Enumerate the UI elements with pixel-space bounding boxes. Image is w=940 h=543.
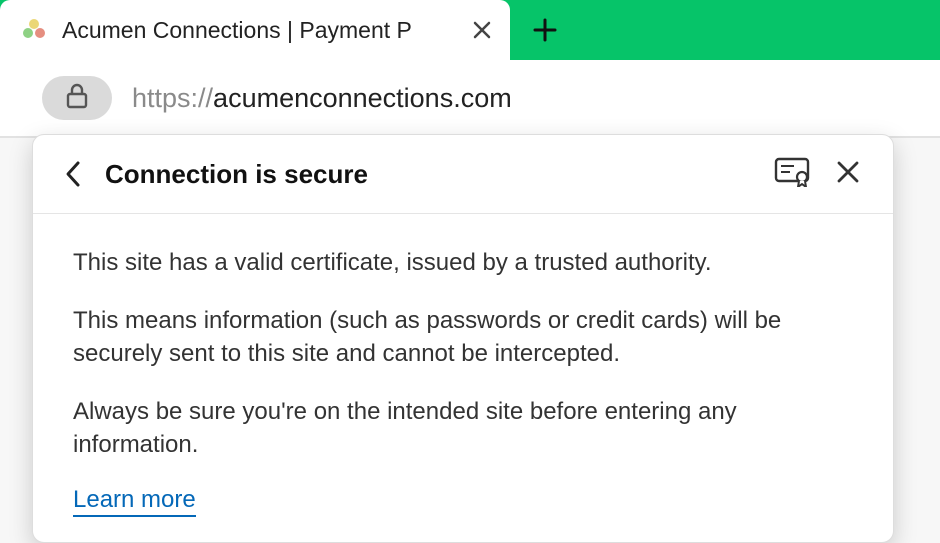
connection-popover: Connection is secure This site has a val — [32, 134, 894, 543]
certificate-button[interactable] — [773, 155, 811, 193]
back-button[interactable] — [59, 160, 87, 188]
certificate-icon — [774, 157, 810, 192]
new-tab-button[interactable] — [510, 0, 580, 60]
tab-close-button[interactable] — [470, 18, 494, 42]
url-host: acumenconnections.com — [213, 83, 512, 113]
site-info-button[interactable] — [42, 76, 112, 120]
learn-more-link[interactable]: Learn more — [73, 486, 196, 517]
address-bar: https://acumenconnections.com — [0, 60, 940, 138]
url-scheme: https:// — [132, 83, 213, 113]
popover-text-line-2: This means information (such as password… — [73, 304, 853, 371]
popover-header: Connection is secure — [33, 135, 893, 214]
popover-close-button[interactable] — [829, 155, 867, 193]
tab-title: Acumen Connections | Payment P — [62, 17, 456, 44]
popover-title: Connection is secure — [105, 159, 755, 190]
close-icon — [836, 160, 860, 189]
favicon-icon — [20, 16, 48, 44]
tab-strip: Acumen Connections | Payment P — [0, 0, 940, 60]
lock-icon — [66, 83, 88, 114]
browser-tab[interactable]: Acumen Connections | Payment P — [0, 0, 510, 60]
popover-text-line-1: This site has a valid certificate, issue… — [73, 246, 853, 280]
url-display[interactable]: https://acumenconnections.com — [132, 83, 512, 114]
popover-text-line-3: Always be sure you're on the intended si… — [73, 395, 853, 462]
popover-body: This site has a valid certificate, issue… — [33, 214, 893, 542]
